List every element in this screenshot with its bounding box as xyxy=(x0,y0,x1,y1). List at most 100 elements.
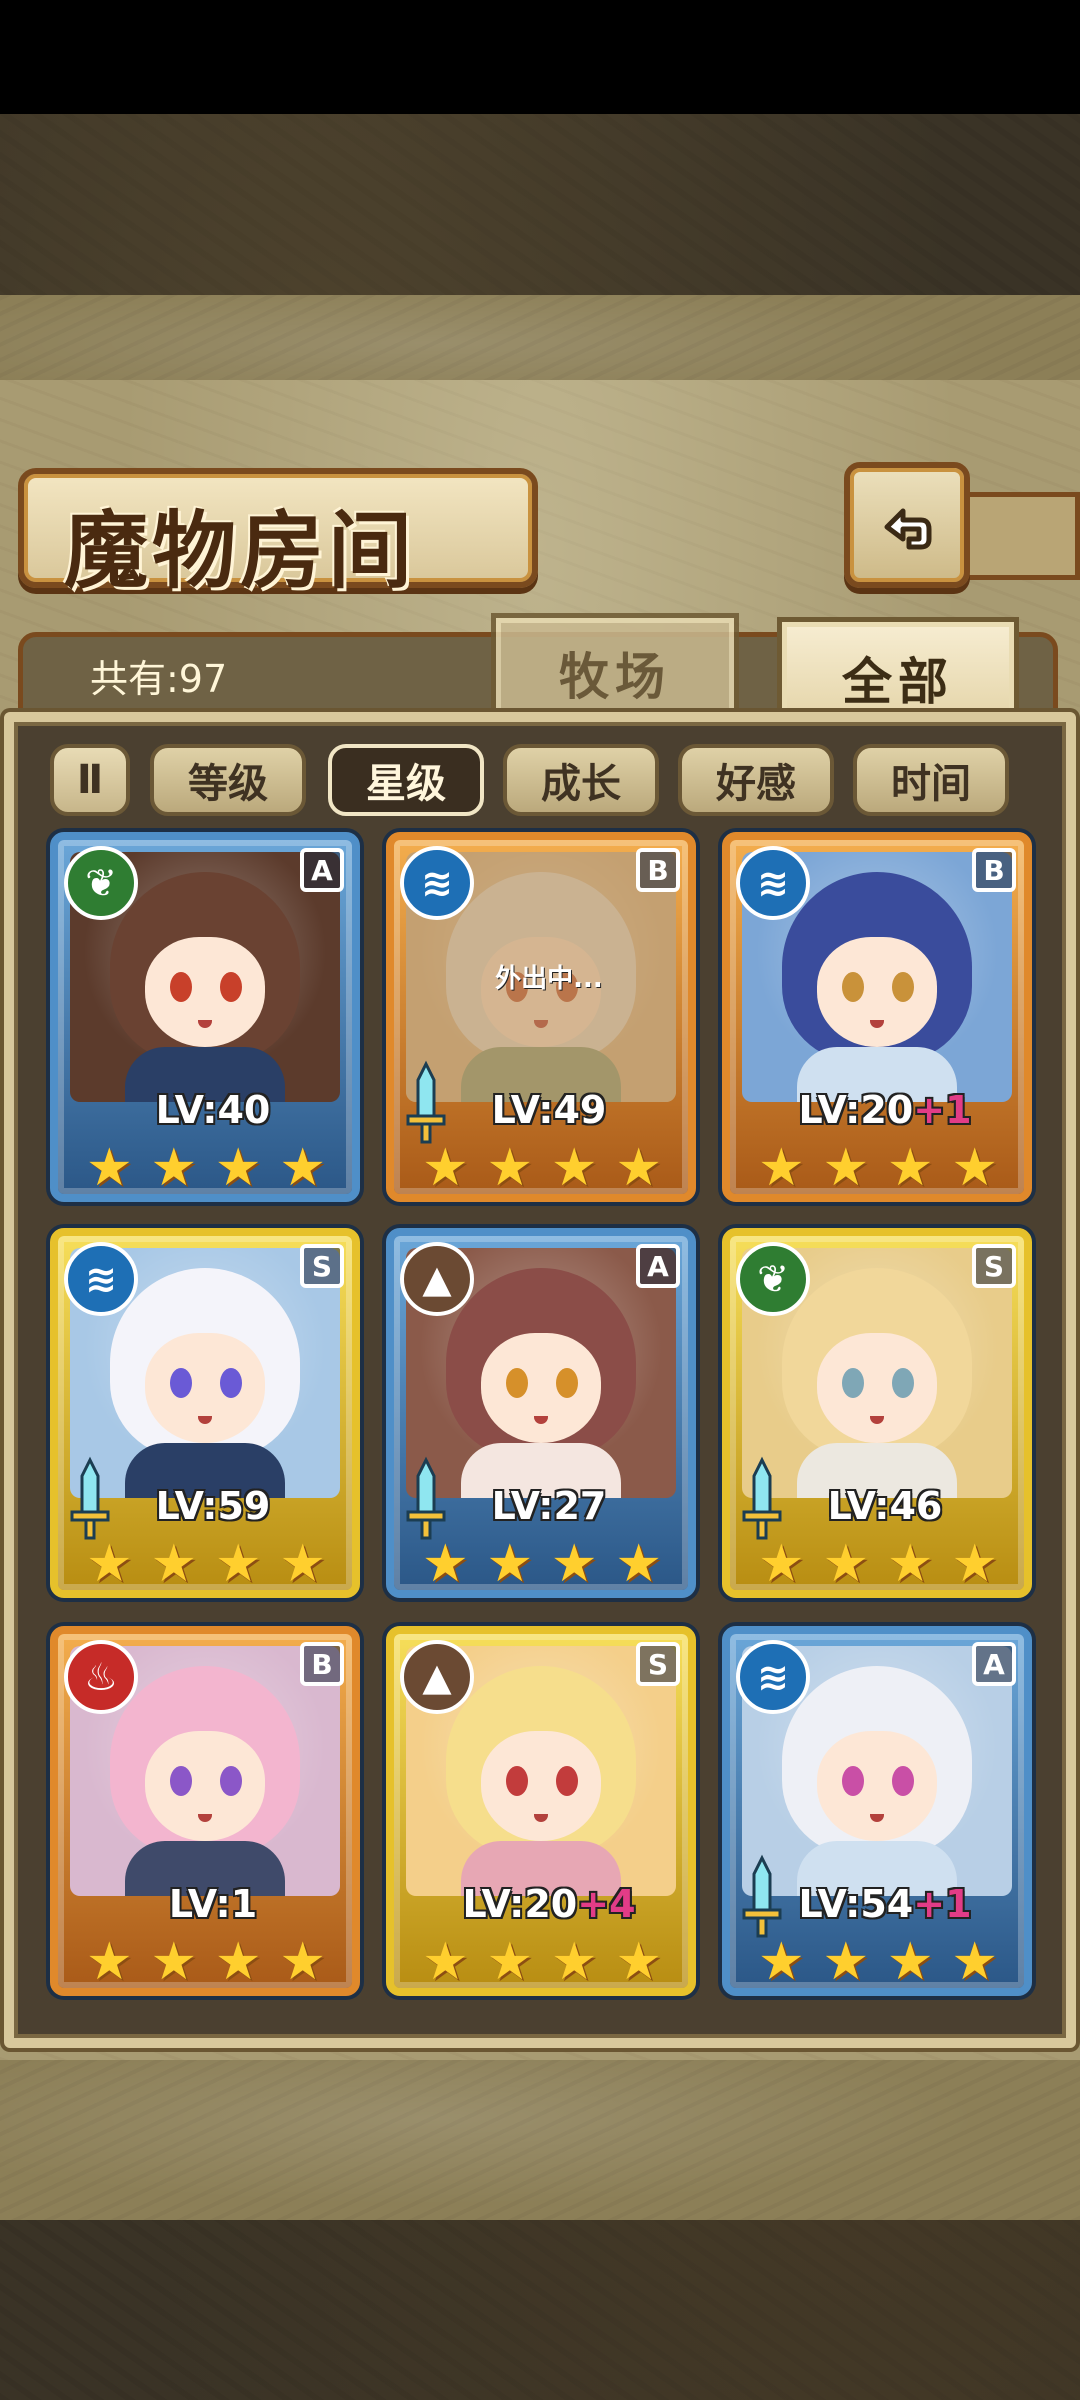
level-label: LV:27 xyxy=(394,1484,688,1528)
away-status-label: 外出中... xyxy=(495,964,603,994)
level-value: LV:20 xyxy=(462,1882,578,1926)
portrait-face xyxy=(145,1333,265,1443)
star-icon: ★ xyxy=(615,1138,662,1198)
star-icon: ★ xyxy=(758,1932,805,1992)
star-rating: ★ ★ ★ ★ xyxy=(758,1932,998,1992)
star-icon: ★ xyxy=(822,1932,870,1992)
monster-card[interactable]: ≋ B LV:20+1 ★ ★ ★ ★ xyxy=(722,832,1032,1202)
star-icon: ★ xyxy=(214,1534,262,1594)
level-bonus: +1 xyxy=(913,1882,972,1926)
portrait-eye xyxy=(506,1766,528,1796)
portrait-eye xyxy=(220,972,242,1002)
rank-badge: A xyxy=(300,848,344,892)
star-icon: ★ xyxy=(550,1138,598,1198)
water-wave-icon: ≋ xyxy=(64,1242,138,1316)
level-label: LV:54+1 xyxy=(730,1882,1024,1926)
mountain-icon: ▲ xyxy=(400,1242,474,1316)
level-label: LV:1 xyxy=(58,1882,352,1926)
level-value: LV:40 xyxy=(155,1088,271,1132)
portrait-eye xyxy=(556,1368,578,1398)
portrait-face xyxy=(481,1333,601,1443)
header-rail xyxy=(960,492,1080,580)
level-label: LV:20+4 xyxy=(394,1882,688,1926)
portrait-eye xyxy=(220,1368,242,1398)
star-icon: ★ xyxy=(951,1534,998,1594)
level-label: LV:40 xyxy=(58,1088,352,1132)
water-wave-icon: ≋ xyxy=(736,1640,810,1714)
star-icon: ★ xyxy=(86,1932,133,1992)
star-icon: ★ xyxy=(279,1932,326,1992)
sort-affinity-button[interactable]: 好感 xyxy=(678,744,834,816)
portrait-eye xyxy=(170,1368,192,1398)
sort-order-toggle[interactable]: Ⅱ xyxy=(50,744,130,816)
sort-star-button[interactable]: 星级 xyxy=(328,744,484,816)
monster-card[interactable]: ❦ S LV:46 ★ ★ ★ ★ xyxy=(722,1228,1032,1598)
monster-card[interactable]: ❦ A LV:40 ★ ★ ★ ★ xyxy=(50,832,360,1202)
level-value: LV:46 xyxy=(827,1484,943,1528)
water-wave-icon: ≋ xyxy=(736,846,810,920)
level-bonus: +4 xyxy=(577,1882,636,1926)
level-value: LV:49 xyxy=(491,1088,607,1132)
star-icon: ★ xyxy=(550,1534,598,1594)
monster-card[interactable]: ▲ S LV:20+4 ★ ★ ★ ★ xyxy=(386,1626,696,1996)
portrait-face xyxy=(817,1333,937,1443)
rank-badge: B xyxy=(300,1642,344,1686)
monster-card[interactable]: ♨ B LV:1 ★ ★ ★ ★ xyxy=(50,1626,360,1996)
star-icon: ★ xyxy=(886,1932,934,1992)
level-value: LV:1 xyxy=(168,1882,258,1926)
star-icon: ★ xyxy=(150,1138,198,1198)
star-icon: ★ xyxy=(486,1534,534,1594)
portrait-eye xyxy=(220,1766,242,1796)
monster-card[interactable]: ≋ A LV:54+1 ★ ★ ★ ★ xyxy=(722,1626,1032,1996)
rank-badge: S xyxy=(636,1642,680,1686)
rank-badge: A xyxy=(636,1244,680,1288)
portrait-eye xyxy=(556,1766,578,1796)
status-bar xyxy=(0,0,1080,114)
rank-badge: B xyxy=(636,848,680,892)
level-bonus: +1 xyxy=(913,1088,972,1132)
sort-level-button[interactable]: 等级 xyxy=(150,744,306,816)
monster-card[interactable]: 外出中... ≋ B LV:49 ★ ★ ★ ★ xyxy=(386,832,696,1202)
mountain-icon: ▲ xyxy=(400,1640,474,1714)
star-icon: ★ xyxy=(422,1534,469,1594)
level-label: LV:46 xyxy=(730,1484,1024,1528)
portrait-eye xyxy=(892,1368,914,1398)
title-banner: 魔物房间 xyxy=(18,468,538,600)
star-icon: ★ xyxy=(615,1932,662,1992)
star-icon: ★ xyxy=(951,1138,998,1198)
monster-card[interactable]: ≋ S LV:59 ★ ★ ★ ★ xyxy=(50,1228,360,1598)
return-arrow-icon xyxy=(884,508,932,550)
level-value: LV:54 xyxy=(798,1882,914,1926)
portrait-eye xyxy=(842,1766,864,1796)
portrait-face xyxy=(817,937,937,1047)
star-icon: ★ xyxy=(758,1534,805,1594)
star-icon: ★ xyxy=(150,1932,198,1992)
sort-time-button[interactable]: 时间 xyxy=(853,744,1009,816)
star-rating: ★ ★ ★ ★ xyxy=(422,1932,662,1992)
star-icon: ★ xyxy=(615,1534,662,1594)
star-icon: ★ xyxy=(422,1932,469,1992)
level-value: LV:20 xyxy=(798,1088,914,1132)
star-rating: ★ ★ ★ ★ xyxy=(86,1138,326,1198)
portrait-eye xyxy=(170,972,192,1002)
monster-card[interactable]: ▲ A LV:27 ★ ★ ★ ★ xyxy=(386,1228,696,1598)
leaf-icon: ❦ xyxy=(64,846,138,920)
flame-icon: ♨ xyxy=(64,1640,138,1714)
parchment-band-bottom xyxy=(0,2050,1080,2220)
back-button[interactable] xyxy=(844,462,970,588)
star-rating: ★ ★ ★ ★ xyxy=(86,1932,326,1992)
portrait-face xyxy=(145,937,265,1047)
star-icon: ★ xyxy=(279,1138,326,1198)
star-rating: ★ ★ ★ ★ xyxy=(758,1534,998,1594)
sort-growth-button[interactable]: 成长 xyxy=(503,744,659,816)
portrait-face xyxy=(145,1731,265,1841)
star-icon: ★ xyxy=(279,1534,326,1594)
water-wave-icon: ≋ xyxy=(400,846,474,920)
star-icon: ★ xyxy=(422,1138,469,1198)
portrait-eye xyxy=(892,1766,914,1796)
star-rating: ★ ★ ★ ★ xyxy=(86,1534,326,1594)
portrait-eye xyxy=(842,972,864,1002)
star-icon: ★ xyxy=(822,1534,870,1594)
monster-count: 共有:97 xyxy=(90,657,228,701)
rank-badge: A xyxy=(972,1642,1016,1686)
